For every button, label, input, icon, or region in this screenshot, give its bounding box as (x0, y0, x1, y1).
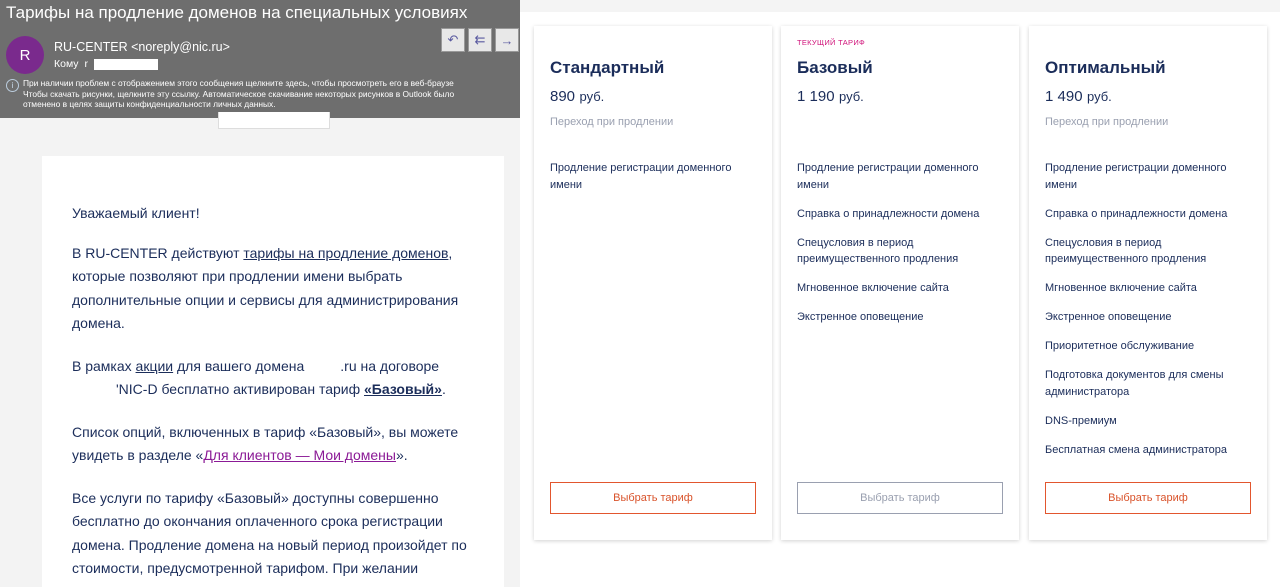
text: В рамках (72, 357, 136, 374)
feature-item: Экстренное оповещение (797, 311, 924, 323)
text: ». (395, 447, 408, 463)
pricing-section: Стандартный 890 руб. Переход при продлен… (520, 12, 1280, 587)
forward-button[interactable]: → (495, 28, 519, 52)
text: 'NIC-D бесплатно активирован тариф (116, 381, 365, 397)
feature-item: Мгновенное включение сайта (797, 282, 949, 294)
feature-list: Продление регистрации доменного имени Сп… (1045, 160, 1253, 471)
price-amount: 890 (550, 88, 576, 105)
basic-tariff-link[interactable]: «Базовый» (364, 381, 442, 397)
letter-body: Уважаемый клиент! В RU-CENTER действуют … (42, 156, 504, 587)
promo-link[interactable]: акции (136, 358, 174, 374)
feature-item: Спецусловия в период преимущественного п… (797, 236, 959, 266)
feature-list: Продление регистрации доменного имени (550, 160, 758, 206)
my-domains-link[interactable]: Для клиентов — Мои домены (203, 447, 396, 463)
select-plan-basic-button[interactable]: Выбрать тариф (797, 482, 1003, 514)
feature-item: Справка о принадлежности домена (797, 207, 980, 220)
select-plan-optimal-button[interactable]: Выбрать тариф (1045, 482, 1251, 514)
price-currency: руб. (579, 89, 605, 104)
text: . (441, 381, 446, 397)
email-pane: Тарифы на продление доменов на специальн… (0, 0, 520, 587)
info-text: При наличии проблем с отображением этого… (23, 78, 454, 110)
letter-greeting: Уважаемый клиент! (72, 205, 200, 221)
text: для вашего домена (173, 357, 305, 374)
feature-item: DNS-премиум (1045, 414, 1117, 427)
plan-name: Оптимальный (1045, 58, 1166, 77)
info-bar[interactable]: i При наличии проблем с отображением это… (6, 78, 516, 110)
price-amount: 1 190 (797, 88, 835, 105)
info-line: отменено в целях защиты конфиденциальнос… (23, 99, 276, 109)
feature-item: Экстренное оповещение (1045, 311, 1172, 323)
price-amount: 1 490 (1045, 88, 1083, 105)
reply-icon: ↶ (447, 32, 459, 47)
price-currency: руб. (1087, 89, 1112, 104)
feature-item: Продление регистрации доменного имени (797, 162, 979, 191)
sender-avatar: R (6, 36, 44, 74)
letter-paragraph-3: Список опций, включенных в тариф «Базовы… (72, 421, 474, 468)
reply-all-icon: ⇇ (474, 32, 486, 47)
plan-price: 1 190 руб. (797, 88, 864, 106)
feature-item: Справка о принадлежности домена (1045, 207, 1228, 220)
plan-note: Переход при продлении (550, 116, 674, 128)
message-actions: ↶ ⇇ → (441, 28, 519, 52)
info-line: При наличии проблем с отображением этого… (23, 78, 454, 88)
text: В RU-CENTER действуют (72, 244, 244, 261)
feature-item: Бесплатная смена администратора (1045, 443, 1228, 456)
plan-card-optimal: Оптимальный 1 490 руб. Переход при продл… (1029, 26, 1267, 540)
select-plan-standard-button[interactable]: Выбрать тариф (550, 482, 756, 514)
plan-name: Базовый (797, 58, 873, 77)
plan-price: 890 руб. (550, 88, 604, 106)
plan-name: Стандартный (550, 58, 665, 77)
letter-paragraph-4: Все услуги по тарифу «Базовый» доступны … (72, 489, 467, 577)
plan-price: 1 490 руб. (1045, 88, 1112, 106)
feature-item: Продление регистрации доменного имени (1045, 162, 1227, 191)
feature-list: Продление регистрации доменного имени Сп… (797, 160, 1005, 338)
forward-icon: → (500, 32, 514, 48)
letter-paragraph-2: В рамках акции для вашего домена .ru на д… (72, 355, 474, 402)
sender-address[interactable]: RU-CENTER <noreply@nic.ru> (54, 40, 230, 54)
info-line: Чтобы скачать рисунки, щелкните эту ссыл… (23, 88, 455, 99)
text: .ru на договоре (340, 357, 440, 374)
reply-button[interactable]: ↶ (441, 28, 465, 52)
feature-item: Спецусловия в период преимущественного п… (1045, 236, 1207, 266)
current-plan-label: ТЕКУЩИЙ ТАРИФ (797, 38, 866, 47)
tariffs-link[interactable]: тарифы на продление доменов (243, 245, 448, 261)
feature-item: Мгновенное включение сайта (1045, 282, 1197, 294)
reply-all-button[interactable]: ⇇ (468, 28, 492, 52)
recipient-row: Кому r (54, 58, 159, 70)
email-header: Тарифы на продление доменов на специальн… (0, 0, 520, 118)
price-currency: руб. (839, 89, 864, 104)
recipient-redacted (94, 58, 159, 70)
feature-item: Приоритетное обслуживание (1045, 340, 1195, 352)
to-label: Кому (54, 58, 79, 70)
feature-item: Подготовка документов для смены админист… (1045, 369, 1224, 398)
plan-card-basic: ТЕКУЩИЙ ТАРИФ Базовый 1 190 руб. Продлен… (781, 26, 1019, 540)
plan-card-standard: Стандартный 890 руб. Переход при продлен… (534, 26, 772, 540)
info-icon: i (6, 79, 19, 92)
feature-item: Продление регистрации доменного имени (550, 162, 732, 191)
embedded-frame-edge (218, 112, 330, 129)
recipient-prefix: r (84, 58, 89, 70)
letter-paragraph-1: В RU-CENTER действуют тарифы на продлени… (72, 242, 474, 336)
email-subject: Тарифы на продление доменов на специальн… (6, 3, 468, 22)
plan-note: Переход при продлении (1045, 116, 1169, 128)
